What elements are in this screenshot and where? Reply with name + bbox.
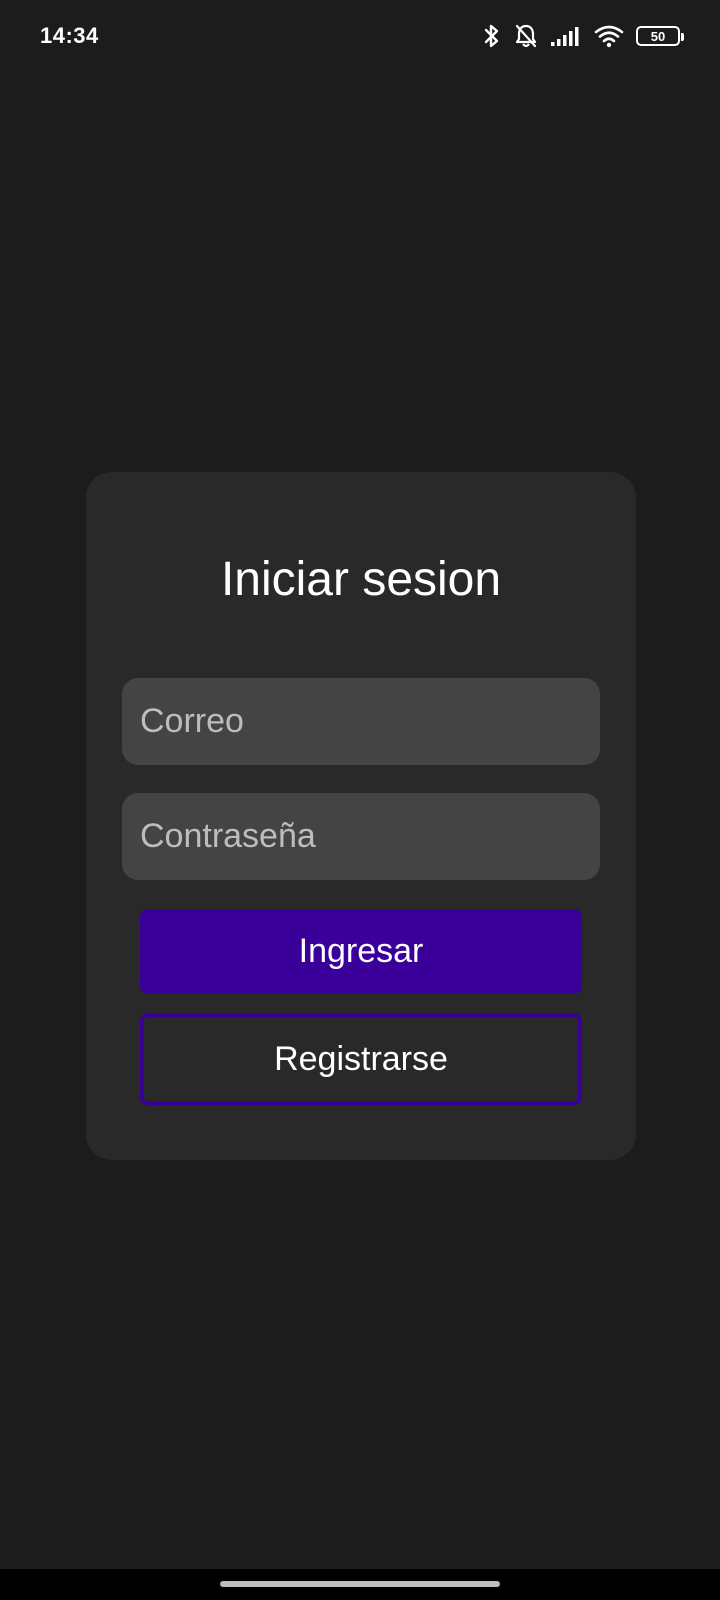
status-icons: 50 xyxy=(482,23,684,49)
bell-off-icon xyxy=(514,23,538,49)
battery-icon: 50 xyxy=(636,26,684,46)
navigation-bar xyxy=(0,1569,720,1600)
password-field[interactable] xyxy=(122,793,600,880)
page-title: Iniciar sesion xyxy=(220,553,502,606)
wifi-icon xyxy=(594,24,624,48)
email-field[interactable] xyxy=(122,678,600,765)
status-time: 14:34 xyxy=(40,23,99,48)
home-indicator[interactable] xyxy=(220,1581,500,1587)
status-bar: 14:34 50 xyxy=(0,0,720,72)
login-screen: 14:34 50 Iniciar sesion Correo Ingresar … xyxy=(0,0,720,1600)
register-button[interactable]: Registrarse xyxy=(140,1013,582,1105)
battery-level: 50 xyxy=(650,28,666,44)
login-button[interactable]: Ingresar xyxy=(140,909,582,994)
signal-icon xyxy=(550,25,582,47)
bluetooth-icon xyxy=(482,23,502,49)
login-card: Iniciar sesion Ingresar Registrarse xyxy=(86,472,636,1160)
